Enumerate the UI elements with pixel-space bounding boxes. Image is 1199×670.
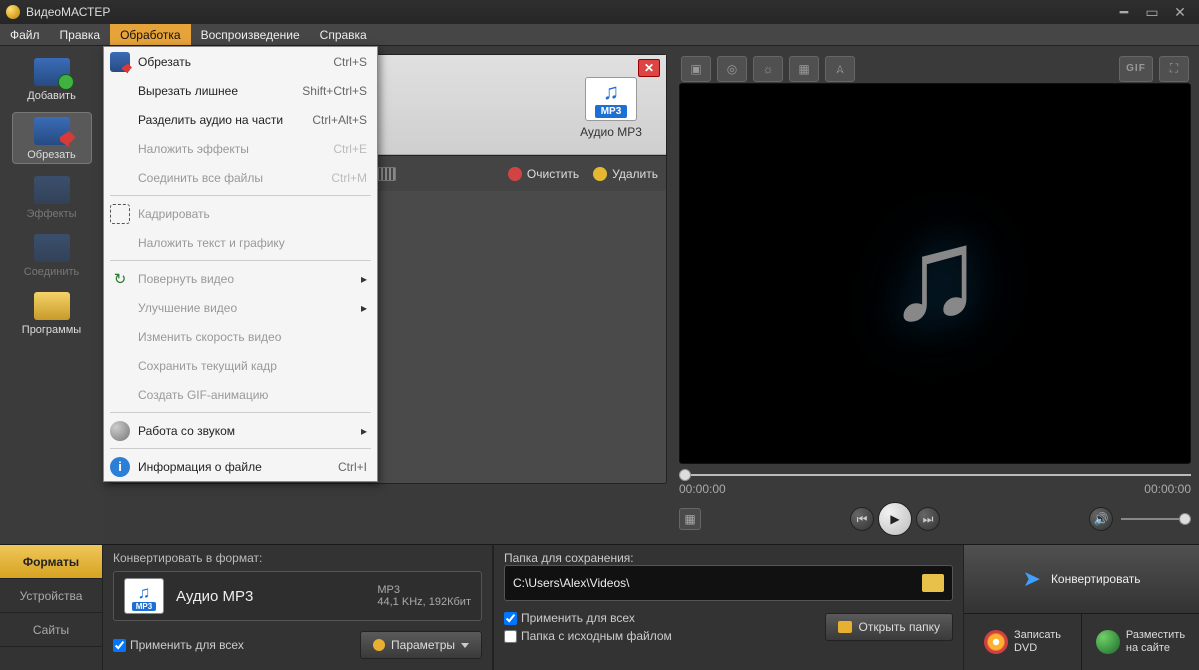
preview-fullscreen-button[interactable]: ⛶: [1159, 56, 1189, 82]
arrow-icon: ➤: [1023, 566, 1041, 592]
scissors-icon: [34, 117, 70, 145]
play-button[interactable]: ▶: [878, 502, 912, 536]
preview-brightness-button[interactable]: ☼: [753, 56, 783, 82]
tool-effects: Эффекты: [12, 172, 92, 222]
cut-icon: [110, 52, 130, 72]
close-window-button[interactable]: ✕: [1167, 3, 1193, 21]
tab-formats[interactable]: Форматы: [0, 545, 102, 579]
volume-slider[interactable]: [1121, 518, 1191, 520]
menu-playback[interactable]: Воспроизведение: [191, 24, 310, 45]
convert-header: Конвертировать в формат:: [113, 551, 482, 565]
music-note-icon: ♫: [886, 199, 984, 349]
tool-join: Соединить: [12, 230, 92, 280]
menu-item-повернуть-видео: Повернуть видео▸: [104, 264, 377, 293]
info-icon: [110, 457, 130, 477]
tab-devices[interactable]: Устройства: [0, 579, 102, 613]
menu-item-обрезать[interactable]: ОбрезатьCtrl+S: [104, 47, 377, 76]
menu-item-работа-со-звуком[interactable]: Работа со звуком▸: [104, 416, 377, 445]
clear-icon: [508, 167, 522, 181]
menu-item-сохранить-текущий-кадр: Сохранить текущий кадр: [104, 351, 377, 380]
crop-icon: [110, 204, 130, 224]
tool-add[interactable]: Добавить: [12, 54, 92, 104]
time-total: 00:00:00: [1144, 482, 1191, 496]
save-path: C:\Users\Alex\Videos\: [513, 576, 630, 590]
source-folder-checkbox[interactable]: Папка с исходным файлом: [504, 629, 672, 643]
tab-sites[interactable]: Сайты: [0, 613, 102, 647]
view-grid-icon[interactable]: [376, 167, 396, 181]
menu-item-наложить-эффекты: Наложить эффектыCtrl+E: [104, 134, 377, 163]
prev-button[interactable]: ⏮: [850, 507, 874, 531]
app-icon: [6, 5, 20, 19]
menu-edit[interactable]: Правка: [50, 24, 111, 45]
format-badge[interactable]: ♫MP3 Аудио MP3: [556, 71, 666, 139]
menu-item-информация-о-файле[interactable]: Информация о файлеCtrl+I: [104, 452, 377, 481]
menu-help[interactable]: Справка: [310, 24, 377, 45]
parameters-button[interactable]: Параметры: [360, 631, 482, 659]
browse-folder-button[interactable]: [922, 574, 944, 592]
snapshot-button[interactable]: ▦: [679, 508, 701, 530]
menu-item-наложить-текст-и-графику: Наложить текст и графику: [104, 228, 377, 257]
preview-rotate-button[interactable]: ◎: [717, 56, 747, 82]
menu-item-разделить-аудио-на-части[interactable]: Разделить аудио на частиCtrl+Alt+S: [104, 105, 377, 134]
dvd-icon: [984, 630, 1008, 654]
menu-item-улучшение-видео: Улучшение видео▸: [104, 293, 377, 322]
maximize-button[interactable]: ▭: [1139, 3, 1165, 21]
tool-trim[interactable]: Обрезать: [12, 112, 92, 164]
burn-dvd-button[interactable]: ЗаписатьDVD: [964, 614, 1081, 670]
sound-icon: [110, 421, 130, 441]
join-icon: [34, 234, 70, 262]
preview-pane: ♫: [679, 83, 1191, 464]
menu-item-изменить-скорость-видео: Изменить скорость видео: [104, 322, 377, 351]
apply-all-checkbox[interactable]: Применить для всех: [113, 638, 244, 652]
globe-icon: [1096, 630, 1120, 654]
effects-icon: [34, 176, 70, 204]
preview-speed-button[interactable]: 𖤂: [825, 56, 855, 82]
minimize-button[interactable]: ━: [1111, 3, 1137, 21]
open-folder-button[interactable]: Открыть папку: [825, 613, 953, 641]
next-button[interactable]: ⏭: [916, 507, 940, 531]
volume-button[interactable]: 🔊: [1089, 507, 1113, 531]
menu-item-создать-gif-анимацию: Создать GIF-анимацию: [104, 380, 377, 409]
apply-all-2-checkbox[interactable]: Применить для всех: [504, 611, 672, 625]
preview-effects-button[interactable]: ▦: [789, 56, 819, 82]
app-title: ВидеоМАСТЕР: [26, 5, 110, 19]
delete-icon: [593, 167, 607, 181]
processing-dropdown: ОбрезатьCtrl+SВырезать лишнееShift+Ctrl+…: [103, 46, 378, 482]
seek-bar[interactable]: [679, 474, 1191, 476]
menu-bar: Файл Правка Обработка Воспроизведение Сп…: [0, 24, 1199, 46]
rot-icon: [110, 269, 130, 289]
publish-web-button[interactable]: Разместитьна сайте: [1081, 614, 1199, 670]
menu-processing[interactable]: Обработка: [110, 24, 191, 45]
preview-crop-button[interactable]: ▣: [681, 56, 711, 82]
remove-file-button[interactable]: ✕: [638, 59, 660, 77]
clear-button[interactable]: Очистить: [508, 167, 579, 181]
menu-item-соединить-все-файлы: Соединить все файлыCtrl+M: [104, 163, 377, 192]
programs-icon: [34, 292, 70, 320]
save-header: Папка для сохранения:: [504, 551, 953, 565]
left-sidebar: Добавить Обрезать Эффекты Соединить Прог…: [0, 46, 103, 544]
format-selector[interactable]: ♫MP3 Аудио MP3 MP3 44,1 KHz, 192Кбит: [113, 571, 482, 621]
menu-file[interactable]: Файл: [0, 24, 50, 45]
save-path-box[interactable]: C:\Users\Alex\Videos\: [504, 565, 953, 601]
delete-button[interactable]: Удалить: [593, 167, 658, 181]
menu-item-кадрировать: Кадрировать: [104, 199, 377, 228]
menu-item-вырезать-лишнее[interactable]: Вырезать лишнееShift+Ctrl+S: [104, 76, 377, 105]
convert-button[interactable]: ➤Конвертировать: [964, 545, 1199, 614]
add-icon: [34, 58, 70, 86]
time-current: 00:00:00: [679, 482, 726, 496]
tool-programs[interactable]: Программы: [12, 288, 92, 338]
preview-gif-button[interactable]: GIF: [1119, 56, 1153, 82]
